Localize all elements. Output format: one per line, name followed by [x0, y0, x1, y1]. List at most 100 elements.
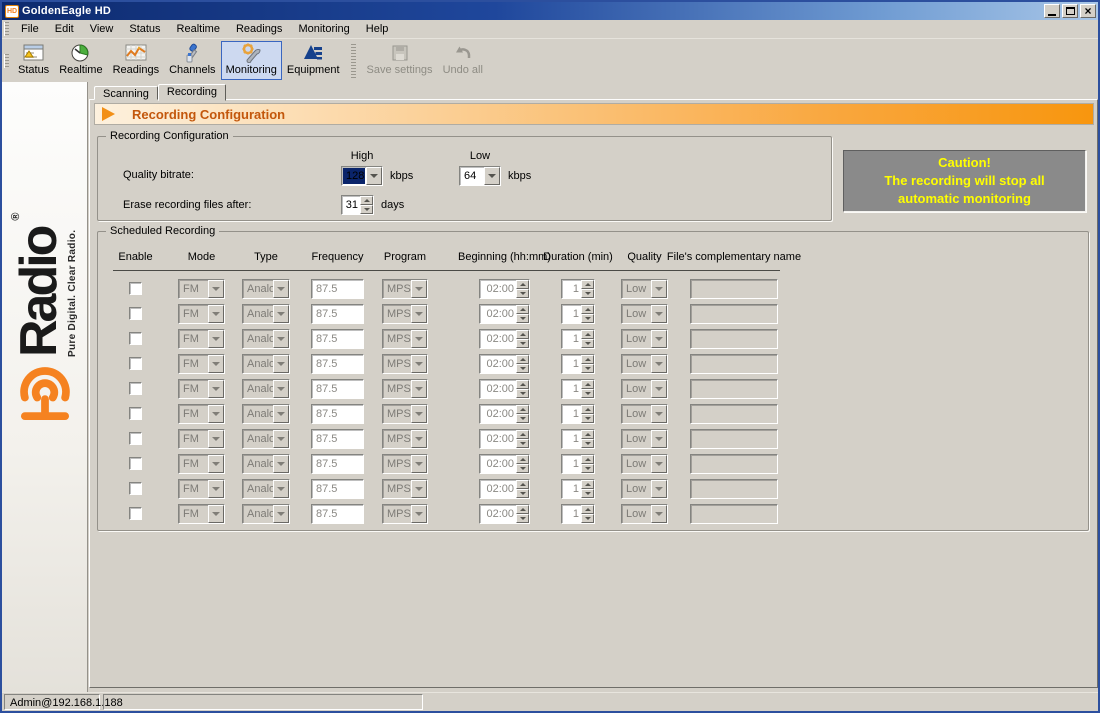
- close-button[interactable]: ×: [1080, 4, 1096, 18]
- file-name-field[interactable]: [690, 479, 778, 499]
- enable-checkbox[interactable]: [129, 382, 142, 395]
- type-select[interactable]: Analog: [242, 404, 290, 424]
- file-name-field[interactable]: [690, 504, 778, 524]
- low-bitrate-select[interactable]: 64: [459, 166, 501, 186]
- enable-checkbox[interactable]: [129, 432, 142, 445]
- menu-help[interactable]: Help: [358, 21, 397, 37]
- program-select[interactable]: MPS: [382, 454, 428, 474]
- frequency-field[interactable]: 87.5: [311, 429, 364, 449]
- quality-select[interactable]: Low: [621, 279, 668, 299]
- program-select[interactable]: MPS: [382, 504, 428, 524]
- beginning-stepper[interactable]: 02:00: [479, 354, 530, 374]
- quality-select[interactable]: Low: [621, 379, 668, 399]
- duration-stepper[interactable]: 1: [561, 429, 595, 449]
- quality-select[interactable]: Low: [621, 329, 668, 349]
- tab-recording[interactable]: Recording: [158, 84, 226, 101]
- duration-stepper[interactable]: 1: [561, 329, 595, 349]
- enable-checkbox[interactable]: [129, 407, 142, 420]
- mode-select[interactable]: FM: [178, 454, 225, 474]
- menu-view[interactable]: View: [82, 21, 122, 37]
- frequency-field[interactable]: 87.5: [311, 379, 364, 399]
- maximize-button[interactable]: [1062, 4, 1078, 18]
- undo-all-button[interactable]: Undo all: [438, 41, 488, 80]
- type-select[interactable]: Analog: [242, 479, 290, 499]
- beginning-stepper[interactable]: 02:00: [479, 379, 530, 399]
- mode-select[interactable]: FM: [178, 329, 225, 349]
- menu-readings[interactable]: Readings: [228, 21, 290, 37]
- file-name-field[interactable]: [690, 379, 778, 399]
- file-name-field[interactable]: [690, 404, 778, 424]
- mode-select[interactable]: FM: [178, 504, 225, 524]
- quality-select[interactable]: Low: [621, 404, 668, 424]
- duration-stepper[interactable]: 1: [561, 404, 595, 424]
- duration-stepper[interactable]: 1: [561, 454, 595, 474]
- frequency-field[interactable]: 87.5: [311, 479, 364, 499]
- type-select[interactable]: Analog: [242, 429, 290, 449]
- toolbar-channels-button[interactable]: Channels: [164, 41, 220, 80]
- frequency-field[interactable]: 87.5: [311, 354, 364, 374]
- toolbar-status-button[interactable]: Status: [13, 41, 54, 80]
- program-select[interactable]: MPS: [382, 329, 428, 349]
- mode-select[interactable]: FM: [178, 479, 225, 499]
- beginning-stepper[interactable]: 02:00: [479, 279, 530, 299]
- file-name-field[interactable]: [690, 279, 778, 299]
- program-select[interactable]: MPS: [382, 429, 428, 449]
- toolbar-equipment-button[interactable]: Equipment: [282, 41, 345, 80]
- frequency-field[interactable]: 87.5: [311, 454, 364, 474]
- type-select[interactable]: Analog: [242, 354, 290, 374]
- program-select[interactable]: MPS: [382, 479, 428, 499]
- program-select[interactable]: MPS: [382, 279, 428, 299]
- quality-select[interactable]: Low: [621, 454, 668, 474]
- mode-select[interactable]: FM: [178, 379, 225, 399]
- enable-checkbox[interactable]: [129, 507, 142, 520]
- quality-select[interactable]: Low: [621, 429, 668, 449]
- frequency-field[interactable]: 87.5: [311, 279, 364, 299]
- menu-file[interactable]: File: [13, 21, 47, 37]
- enable-checkbox[interactable]: [129, 307, 142, 320]
- program-select[interactable]: MPS: [382, 404, 428, 424]
- enable-checkbox[interactable]: [129, 357, 142, 370]
- type-select[interactable]: Analog: [242, 279, 290, 299]
- duration-stepper[interactable]: 1: [561, 379, 595, 399]
- frequency-field[interactable]: 87.5: [311, 329, 364, 349]
- quality-select[interactable]: Low: [621, 479, 668, 499]
- file-name-field[interactable]: [690, 304, 778, 324]
- enable-checkbox[interactable]: [129, 332, 142, 345]
- frequency-field[interactable]: 87.5: [311, 404, 364, 424]
- beginning-stepper[interactable]: 02:00: [479, 429, 530, 449]
- mode-select[interactable]: FM: [178, 404, 225, 424]
- erase-days-stepper[interactable]: 31: [341, 195, 374, 215]
- tab-scanning[interactable]: Scanning: [94, 86, 158, 100]
- duration-stepper[interactable]: 1: [561, 479, 595, 499]
- quality-select[interactable]: Low: [621, 504, 668, 524]
- menu-realtime[interactable]: Realtime: [169, 21, 228, 37]
- enable-checkbox[interactable]: [129, 457, 142, 470]
- duration-stepper[interactable]: 1: [561, 354, 595, 374]
- beginning-stepper[interactable]: 02:00: [479, 404, 530, 424]
- toolbar-monitoring-button[interactable]: Monitoring: [221, 41, 282, 80]
- type-select[interactable]: Analog: [242, 504, 290, 524]
- mode-select[interactable]: FM: [178, 304, 225, 324]
- menu-monitoring[interactable]: Monitoring: [290, 21, 357, 37]
- enable-checkbox[interactable]: [129, 482, 142, 495]
- type-select[interactable]: Analog: [242, 304, 290, 324]
- file-name-field[interactable]: [690, 329, 778, 349]
- toolbar-readings-button[interactable]: Readings: [108, 41, 164, 80]
- save-settings-button[interactable]: Save settings: [362, 41, 438, 80]
- program-select[interactable]: MPS: [382, 354, 428, 374]
- enable-checkbox[interactable]: [129, 282, 142, 295]
- file-name-field[interactable]: [690, 429, 778, 449]
- toolbar-realtime-button[interactable]: Realtime: [54, 41, 107, 80]
- beginning-stepper[interactable]: 02:00: [479, 304, 530, 324]
- program-select[interactable]: MPS: [382, 379, 428, 399]
- high-bitrate-select[interactable]: 128: [341, 166, 383, 186]
- quality-select[interactable]: Low: [621, 304, 668, 324]
- frequency-field[interactable]: 87.5: [311, 504, 364, 524]
- type-select[interactable]: Analog: [242, 379, 290, 399]
- file-name-field[interactable]: [690, 354, 778, 374]
- quality-select[interactable]: Low: [621, 354, 668, 374]
- type-select[interactable]: Analog: [242, 454, 290, 474]
- mode-select[interactable]: FM: [178, 279, 225, 299]
- duration-stepper[interactable]: 1: [561, 304, 595, 324]
- duration-stepper[interactable]: 1: [561, 279, 595, 299]
